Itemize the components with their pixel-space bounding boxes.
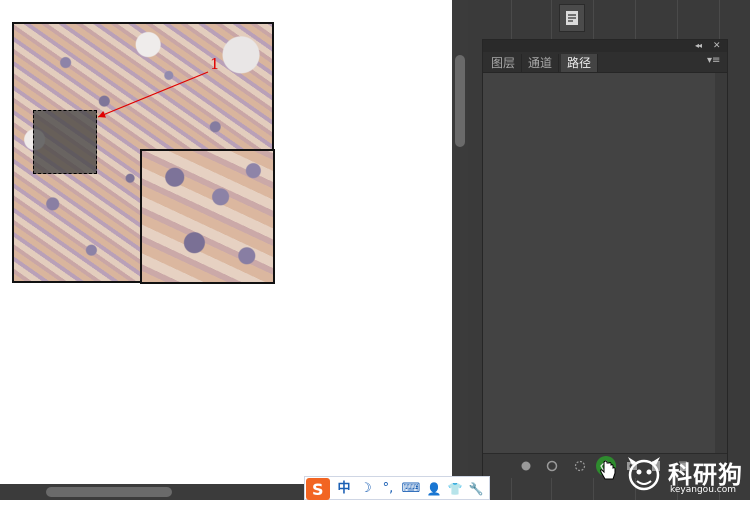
panel-title-bar[interactable]: ◂◂ ✕ <box>483 40 727 52</box>
watermark-logo: 科研狗 keyangou.com <box>624 455 746 497</box>
canvas-vertical-scrollbar[interactable] <box>452 0 468 484</box>
document-panel-button[interactable] <box>559 4 585 32</box>
fill-path-icon[interactable] <box>518 458 534 474</box>
tab-paths[interactable]: 路径 <box>561 54 599 72</box>
input-method-toolbar: S 中 ☽ °, ⌨ 👤 👕 🔧 <box>304 476 490 500</box>
soft-keyboard-icon[interactable]: ⌨ <box>401 480 421 498</box>
canvas-horizontal-scrollbar[interactable] <box>0 484 304 500</box>
watermark-url: keyangou.com <box>670 485 736 495</box>
panel-menu-icon[interactable]: ▾≡ <box>707 55 720 66</box>
paths-panel: ◂◂ ✕ 图层 通道 路径 ▾≡ <box>482 39 728 478</box>
user-icon[interactable]: 👤 <box>425 480 443 498</box>
chinese-mode-button[interactable]: 中 <box>335 480 353 498</box>
paths-list[interactable] <box>483 73 715 453</box>
sogou-logo-icon[interactable]: S <box>306 478 330 500</box>
vertical-scroll-thumb[interactable] <box>455 55 465 147</box>
load-as-selection-icon[interactable] <box>572 458 588 474</box>
stroke-path-icon[interactable] <box>544 458 560 474</box>
hand-cursor-icon <box>600 460 616 480</box>
annotation-1: 1 <box>210 55 220 73</box>
svg-text:S: S <box>312 480 324 499</box>
selection-marquee[interactable] <box>33 110 97 174</box>
punctuation-icon[interactable]: °, <box>379 480 397 498</box>
document-icon <box>566 11 578 25</box>
skin-icon[interactable]: 👕 <box>446 480 464 498</box>
settings-wrench-icon[interactable]: 🔧 <box>467 480 485 498</box>
panel-tab-bar: 图层 通道 路径 ▾≡ <box>483 52 727 73</box>
collapse-panel-icon[interactable]: ◂◂ <box>695 40 702 52</box>
tab-layers[interactable]: 图层 <box>485 54 523 72</box>
document-canvas[interactable]: 1 <box>0 0 604 484</box>
horizontal-scroll-thumb[interactable] <box>46 487 172 497</box>
close-panel-icon[interactable]: ✕ <box>713 40 721 52</box>
panel-scrollbar[interactable] <box>715 73 727 453</box>
tab-channels[interactable]: 通道 <box>522 54 560 72</box>
dog-logo-icon <box>628 457 660 491</box>
zoomed-inset-image <box>140 149 275 284</box>
half-width-moon-icon[interactable]: ☽ <box>357 480 375 498</box>
